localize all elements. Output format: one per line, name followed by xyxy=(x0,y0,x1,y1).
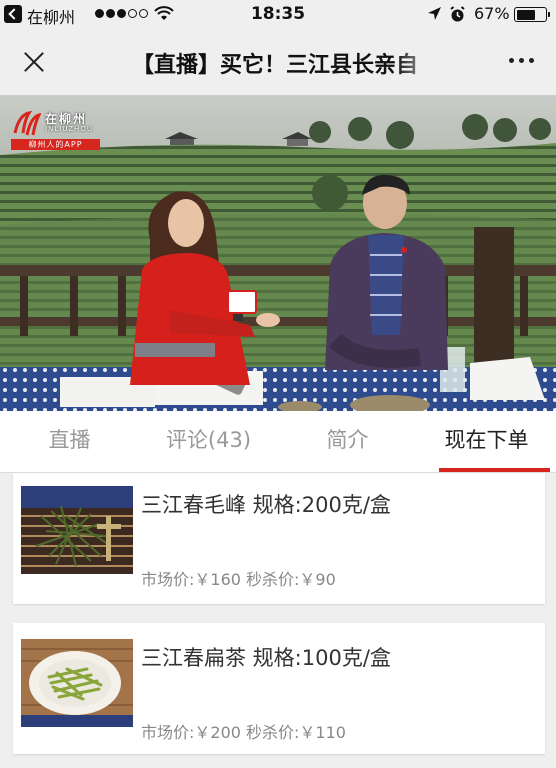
tab-live[interactable]: 直播 xyxy=(0,411,139,472)
product-price: 市场价:￥200 秒杀价:￥110 xyxy=(141,723,346,742)
nav-bar: 【直播】买它！三江县长亲自 xyxy=(0,28,556,95)
live-video-player[interactable]: 在柳州 INLIUZHOU 柳州人的APP xyxy=(0,95,556,411)
product-card[interactable]: 三江春毛峰 规格:200克/盒 市场价:￥160 秒杀价:￥90 xyxy=(13,473,545,604)
alarm-clock-icon xyxy=(450,6,465,22)
tab-intro[interactable]: 简介 xyxy=(278,411,417,472)
product-price: 市场价:￥160 秒杀价:￥90 xyxy=(141,570,336,589)
more-options-button[interactable] xyxy=(509,58,534,63)
battery-percentage: 67% xyxy=(474,4,510,23)
tab-bar: 直播 评论(43) 简介 现在下单 xyxy=(0,411,556,473)
close-button[interactable] xyxy=(18,46,50,78)
page-title: 【直播】买它！三江县长亲自 xyxy=(132,53,419,78)
logo-slogan: 柳州人的APP xyxy=(11,139,100,150)
location-arrow-icon xyxy=(428,7,441,20)
logo-mark-icon xyxy=(13,110,41,136)
product-name: 三江春毛峰 规格:200克/盒 xyxy=(141,493,391,517)
product-name: 三江春扁茶 规格:100克/盒 xyxy=(141,646,391,670)
product-image xyxy=(21,639,133,727)
product-image xyxy=(21,486,133,574)
tab-comments[interactable]: 评论(43) xyxy=(139,411,278,472)
clock: 18:35 xyxy=(250,4,306,24)
app-logo: 在柳州 INLIUZHOU 柳州人的APP xyxy=(11,109,101,151)
battery-icon xyxy=(514,7,550,22)
logo-subtitle: INLIUZHOU xyxy=(45,125,93,133)
product-card[interactable]: 三江春扁茶 规格:100克/盒 市场价:￥200 秒杀价:￥110 xyxy=(13,623,545,754)
tab-order-now[interactable]: 现在下单 xyxy=(417,411,556,472)
status-bar: 在柳州 18:35 67% xyxy=(0,0,556,28)
product-list: 三江春毛峰 规格:200克/盒 市场价:￥160 秒杀价:￥90 三江春扁茶 规… xyxy=(0,473,556,768)
